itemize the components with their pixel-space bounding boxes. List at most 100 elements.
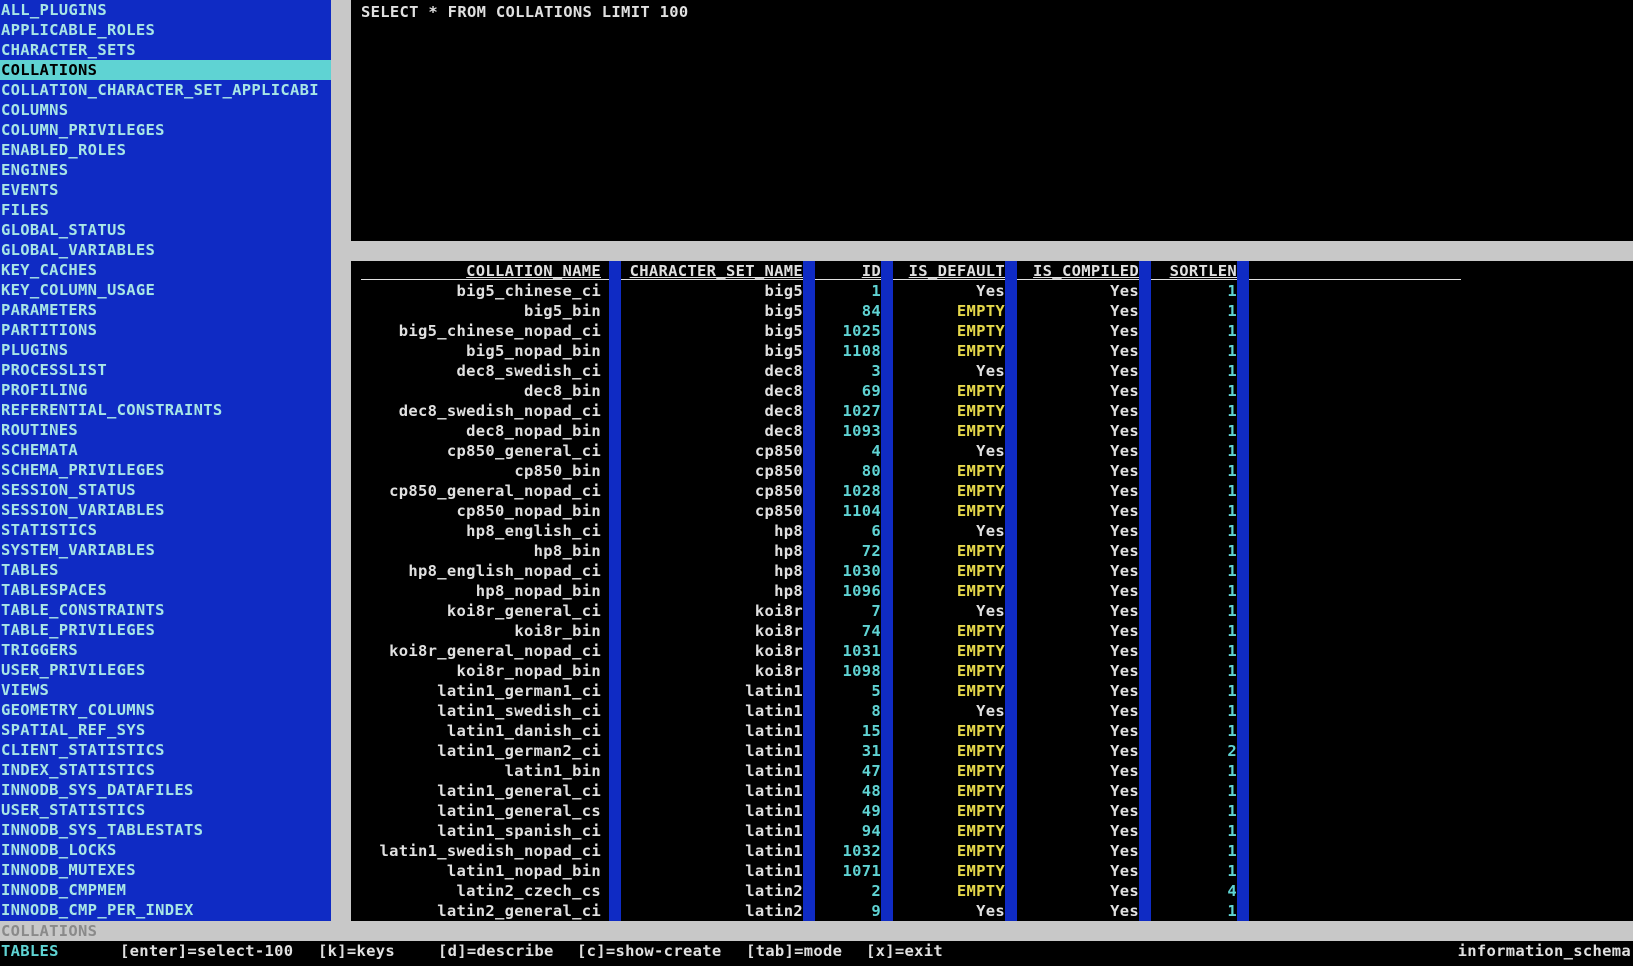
sidebar-item-plugins[interactable]: PLUGINS [0,340,331,360]
sidebar-item-innodb-cmpmem[interactable]: INNODB_CMPMEM [0,880,331,900]
column-header-character-set-name[interactable]: CHARACTER_SET_NAME [613,261,803,281]
column-header-id[interactable]: ID [817,261,881,281]
table-row[interactable]: koi8r_general_nopad_ci koi8r 1031 EMPTY Yes 1 [351,641,1633,661]
column-header-sortlen[interactable]: SORTLEN [1151,261,1237,281]
table-row[interactable]: dec8_swedish_nopad_ci dec8 1027 EMPTY Yes 1 [351,401,1633,421]
sidebar-item-files[interactable]: FILES [0,200,331,220]
table-row[interactable]: koi8r_bin koi8r 74 EMPTY Yes 1 [351,621,1633,641]
sidebar-item-client-statistics[interactable]: CLIENT_STATISTICS [0,740,331,760]
sidebar-item-index-statistics[interactable]: INDEX_STATISTICS [0,760,331,780]
sidebar-item-table-privileges[interactable]: TABLE_PRIVILEGES [0,620,331,640]
sidebar-item-triggers[interactable]: TRIGGERS [0,640,331,660]
sidebar-item-schema-privileges[interactable]: SCHEMA_PRIVILEGES [0,460,331,480]
table-row[interactable]: dec8_bin dec8 69 EMPTY Yes 1 [351,381,1633,401]
sidebar-item-user-privileges[interactable]: USER_PRIVILEGES [0,660,331,680]
sidebar-item-character-sets[interactable]: CHARACTER_SETS [0,40,331,60]
table-row[interactable]: cp850_general_nopad_ci cp850 1028 EMPTY Yes 1 [351,481,1633,501]
sidebar-item-global-status[interactable]: GLOBAL_STATUS [0,220,331,240]
sidebar-item-collation-character-set-applicabi[interactable]: COLLATION_CHARACTER_SET_APPLICABI [0,80,331,100]
sidebar-item-innodb-locks[interactable]: INNODB_LOCKS [0,840,331,860]
sidebar-item-spatial-ref-sys[interactable]: SPATIAL_REF_SYS [0,720,331,740]
column-header-is-compiled[interactable]: IS_COMPILED [1017,261,1139,281]
sidebar-item-collations[interactable]: COLLATIONS [0,60,331,80]
cell-sortlen: 1 [1227,842,1237,860]
cell-is-default: EMPTY [956,302,1005,320]
column-header-collation-name[interactable]: COLLATION_NAME [361,261,601,281]
table-row[interactable]: koi8r_nopad_bin koi8r 1098 EMPTY Yes 1 [351,661,1633,681]
sidebar-item-innodb-sys-tablestats[interactable]: INNODB_SYS_TABLESTATS [0,820,331,840]
table-row[interactable]: latin1_swedish_ci latin1 8 Yes Yes 1 [351,701,1633,721]
table-row[interactable]: koi8r_general_ci koi8r 7 Yes Yes 1 [351,601,1633,621]
table-row[interactable]: hp8_english_nopad_ci hp8 1030 EMPTY Yes 1 [351,561,1633,581]
table-row[interactable]: big5_bin big5 84 EMPTY Yes 1 [351,301,1633,321]
table-row[interactable]: cp850_nopad_bin cp850 1104 EMPTY Yes 1 [351,501,1633,521]
cell-is-default: EMPTY [956,862,1005,880]
table-row[interactable]: dec8_swedish_ci dec8 3 Yes Yes 1 [351,361,1633,381]
sidebar-item-key-column-usage[interactable]: KEY_COLUMN_USAGE [0,280,331,300]
table-row[interactable]: hp8_nopad_bin hp8 1096 EMPTY Yes 1 [351,581,1633,601]
sidebar-item-innodb-mutexes[interactable]: INNODB_MUTEXES [0,860,331,880]
sidebar-item-system-variables[interactable]: SYSTEM_VARIABLES [0,540,331,560]
sidebar-item-session-status[interactable]: SESSION_STATUS [0,480,331,500]
sidebar-item-user-statistics[interactable]: USER_STATISTICS [0,800,331,820]
sidebar-item-referential-constraints[interactable]: REFERENTIAL_CONSTRAINTS [0,400,331,420]
sidebar-item-tablespaces[interactable]: TABLESPACES [0,580,331,600]
cell-id: 1108 [842,342,881,360]
table-row[interactable]: cp850_general_ci cp850 4 Yes Yes 1 [351,441,1633,461]
sidebar-item-table-constraints[interactable]: TABLE_CONSTRAINTS [0,600,331,620]
cell-id: 1032 [842,842,881,860]
sidebar-item-key-caches[interactable]: KEY_CACHES [0,260,331,280]
table-row[interactable]: latin1_nopad_bin latin1 1071 EMPTY Yes 1 [351,861,1633,881]
table-list-sidebar[interactable]: ALL_PLUGINS APPLICABLE_ROLES CHARACTER_SET… [0,0,331,921]
sidebar-item-session-variables[interactable]: SESSION_VARIABLES [0,500,331,520]
table-row[interactable]: cp850_bin cp850 80 EMPTY Yes 1 [351,461,1633,481]
sidebar-item-engines[interactable]: ENGINES [0,160,331,180]
table-row[interactable]: latin2_general_ci latin2 9 Yes Yes 1 [351,901,1633,921]
sidebar-item-parameters[interactable]: PARAMETERS [0,300,331,320]
cell-is-compiled: Yes [1110,762,1139,780]
sidebar-item-innodb-sys-datafiles[interactable]: INNODB_SYS_DATAFILES [0,780,331,800]
sidebar-item-schemata[interactable]: SCHEMATA [0,440,331,460]
sidebar-item-partitions[interactable]: PARTITIONS [0,320,331,340]
sidebar-item-columns[interactable]: COLUMNS [0,100,331,120]
sidebar-item-events[interactable]: EVENTS [0,180,331,200]
cell-is-default: EMPTY [956,622,1005,640]
table-row[interactable]: big5_nopad_bin big5 1108 EMPTY Yes 1 [351,341,1633,361]
sidebar-item-routines[interactable]: ROUTINES [0,420,331,440]
table-row[interactable]: latin1_general_cs latin1 49 EMPTY Yes 1 [351,801,1633,821]
sidebar-item-tables[interactable]: TABLES [0,560,331,580]
table-row[interactable]: latin1_general_ci latin1 48 EMPTY Yes 1 [351,781,1633,801]
table-row[interactable]: hp8_bin hp8 72 EMPTY Yes 1 [351,541,1633,561]
table-row[interactable]: latin2_czech_cs latin2 2 EMPTY Yes 4 [351,881,1633,901]
sidebar-item-statistics[interactable]: STATISTICS [0,520,331,540]
sidebar-item-views[interactable]: VIEWS [0,680,331,700]
sidebar-item-enabled-roles[interactable]: ENABLED_ROLES [0,140,331,160]
column-header-is-default[interactable]: IS_DEFAULT [893,261,1005,281]
query-panel[interactable]: SELECT * FROM COLLATIONS LIMIT 100 [351,0,1633,241]
sidebar-item-all-plugins[interactable]: ALL_PLUGINS [0,0,331,20]
cell-character-set-name: latin1 [745,682,803,700]
sidebar-item-processlist[interactable]: PROCESSLIST [0,360,331,380]
table-row[interactable]: latin1_spanish_ci latin1 94 EMPTY Yes 1 [351,821,1633,841]
sidebar-item-global-variables[interactable]: GLOBAL_VARIABLES [0,240,331,260]
table-row[interactable]: latin1_swedish_nopad_ci latin1 1032 EMPTY Ye… [351,841,1633,861]
mode-indicator[interactable]: TABLES [1,941,59,961]
sidebar-item-profiling[interactable]: PROFILING [0,380,331,400]
table-row[interactable]: latin1_bin latin1 47 EMPTY Yes 1 [351,761,1633,781]
sidebar-item-geometry-columns[interactable]: GEOMETRY_COLUMNS [0,700,331,720]
sidebar-item-innodb-cmp-per-index[interactable]: INNODB_CMP_PER_INDEX [0,900,331,920]
table-row[interactable]: latin1_danish_ci latin1 15 EMPTY Yes 1 [351,721,1633,741]
cell-collation-name: hp8_nopad_bin [475,582,601,600]
sidebar-item-applicable-roles[interactable]: APPLICABLE_ROLES [0,20,331,40]
table-row[interactable]: latin1_german1_ci latin1 5 EMPTY Yes 1 [351,681,1633,701]
cell-character-set-name: koi8r [754,662,803,680]
key-hint: [c]=show-create [577,942,722,960]
table-row[interactable]: dec8_nopad_bin dec8 1093 EMPTY Yes 1 [351,421,1633,441]
sidebar-item-column-privileges[interactable]: COLUMN_PRIVILEGES [0,120,331,140]
table-row[interactable]: hp8_english_ci hp8 6 Yes Yes 1 [351,521,1633,541]
results-grid[interactable]: COLLATION_NAME CHARACTER_SET_NAME ID IS_DEF… [351,261,1633,921]
cell-is-default: EMPTY [956,882,1005,900]
table-row[interactable]: big5_chinese_nopad_ci big5 1025 EMPTY Yes 1 [351,321,1633,341]
table-row[interactable]: big5_chinese_ci big5 1 Yes Yes 1 [351,281,1633,301]
table-row[interactable]: latin1_german2_ci latin1 31 EMPTY Yes 2 [351,741,1633,761]
